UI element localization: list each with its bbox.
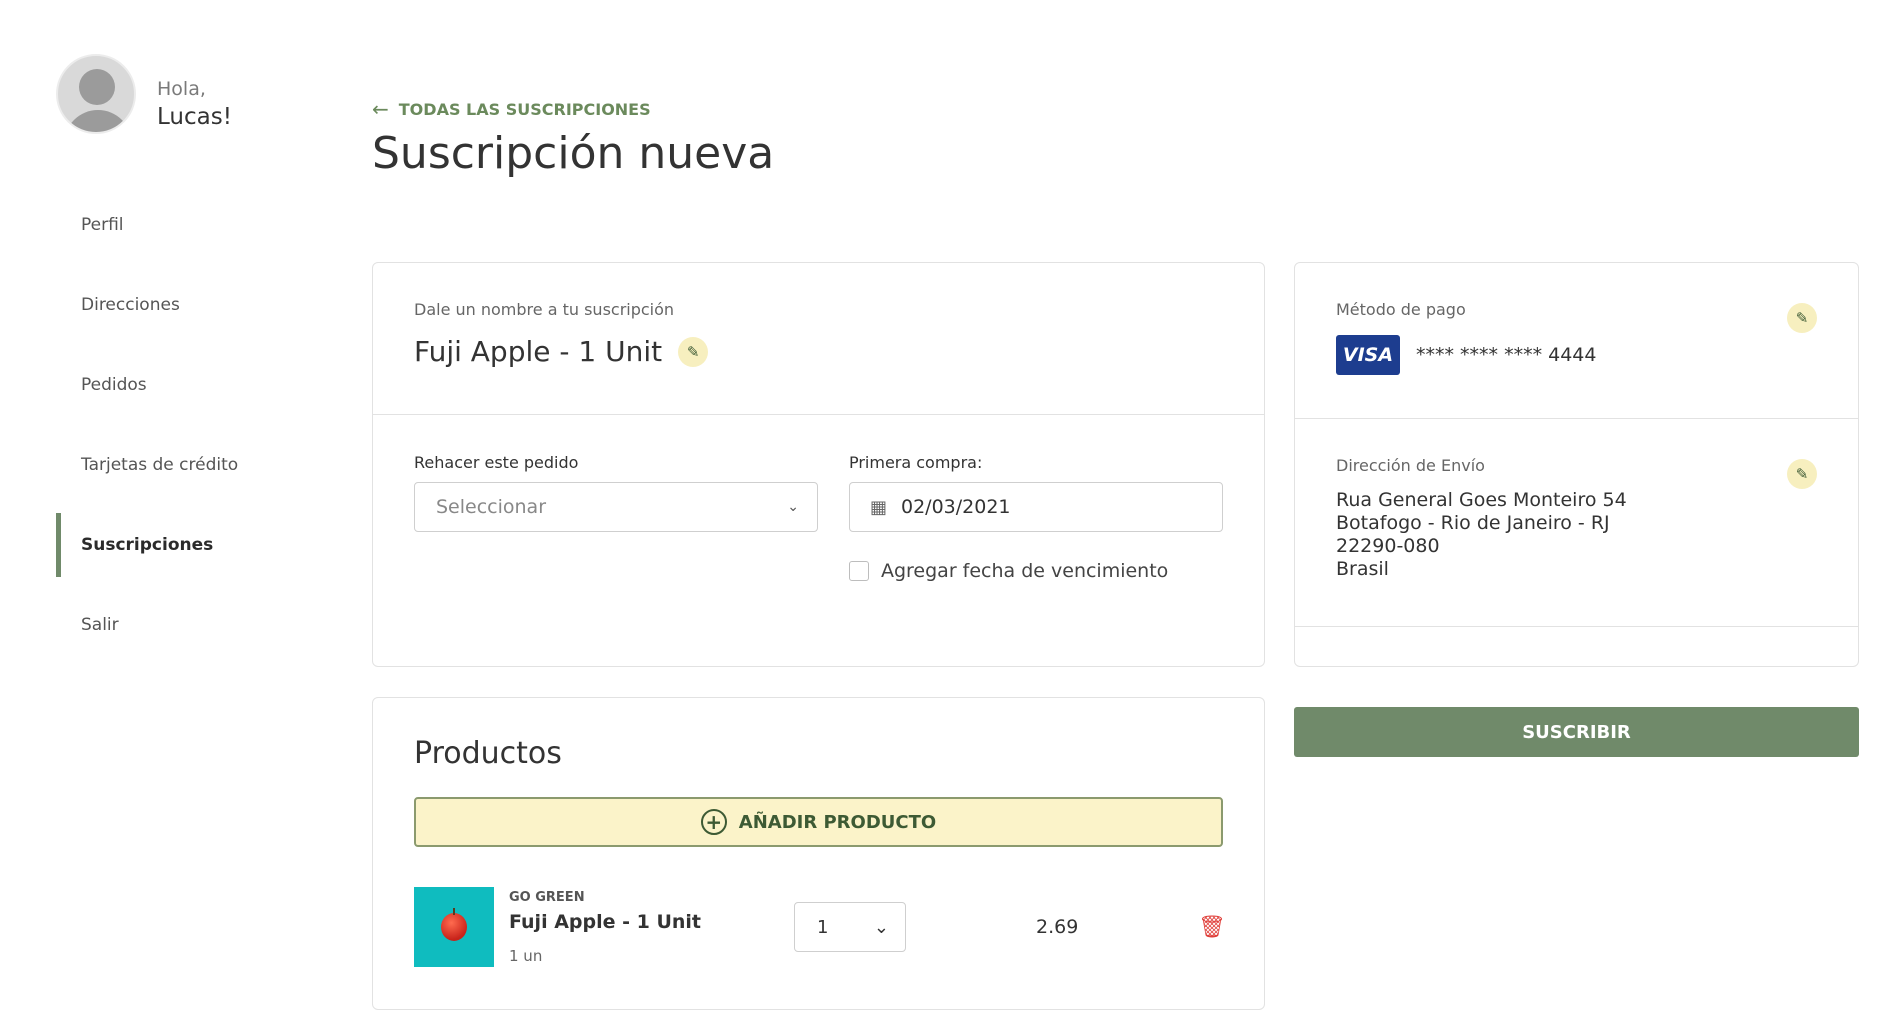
sidebar-item-salir[interactable]: Salir [56, 585, 306, 665]
sidebar-item-perfil[interactable]: Perfil [56, 185, 306, 265]
edit-address-pencil-icon[interactable]: ✎ [1787, 459, 1817, 489]
product-name: Fuji Apple - 1 Unit [509, 910, 702, 933]
plus-circle-icon: + [700, 809, 727, 835]
edit-name-pencil-icon[interactable]: ✎ [678, 336, 709, 367]
back-link-label: TODAS LAS SUSCRIPCIONES [398, 99, 651, 119]
subscription-name-label: Dale un nombre a tu suscripción [414, 300, 675, 319]
expiry-checkbox-row[interactable]: Agregar fecha de vencimiento [848, 560, 1223, 582]
product-unit: 1 un [509, 946, 543, 965]
product-image [414, 887, 494, 967]
add-product-button[interactable]: + AÑADIR PRODUCTO [414, 797, 1223, 847]
subscribe-button[interactable]: SUSCRIBIR [1294, 707, 1859, 757]
payment-shipping-card: Método de pago VISA **** **** **** 4444 … [1294, 262, 1859, 667]
visa-logo: VISA [1336, 335, 1400, 375]
expiry-checkbox[interactable] [848, 561, 869, 581]
repeat-order-select[interactable]: Seleccionar ⌄ [414, 482, 818, 532]
page-title: Suscripción nueva [372, 128, 775, 179]
sidebar-item-pedidos[interactable]: Pedidos [56, 345, 306, 425]
add-product-label: AÑADIR PRODUCTO [738, 811, 937, 833]
first-purchase-label: Primera compra: [848, 453, 983, 472]
address-line: Botafogo - Rio de Janeiro - RJ [1336, 512, 1610, 534]
address-line: 22290-080 [1336, 535, 1440, 557]
sidebar-nav: Perfil Direcciones Pedidos Tarjetas de c… [56, 185, 306, 665]
products-title: Productos [414, 736, 562, 771]
edit-payment-pencil-icon[interactable]: ✎ [1787, 303, 1817, 333]
arrow-left-icon: ← [372, 97, 389, 121]
first-purchase-date-value: 02/03/2021 [900, 496, 1011, 518]
product-brand: GO GREEN [509, 889, 585, 905]
product-row: GO GREEN Fuji Apple - 1 Unit 1 un 1 ⌄ 2.… [414, 887, 1226, 967]
sidebar-item-direcciones[interactable]: Direcciones [56, 265, 306, 345]
repeat-order-value: Seleccionar [436, 496, 547, 518]
chevron-down-icon: ⌄ [787, 499, 799, 515]
products-card: Productos + AÑADIR PRODUCTO GO GREEN Fuj… [372, 697, 1265, 1010]
first-purchase-date-input[interactable]: ▦ 02/03/2021 [848, 482, 1223, 532]
expiry-checkbox-label: Agregar fecha de vencimiento [880, 560, 1169, 582]
subscription-name: Fuji Apple - 1 Unit [414, 335, 663, 368]
subscription-card: Dale un nombre a tu suscripción Fuji App… [372, 262, 1265, 667]
sidebar-item-tarjetas[interactable]: Tarjetas de crédito [56, 425, 306, 505]
avatar [56, 54, 136, 134]
sidebar-item-suscripciones[interactable]: Suscripciones [56, 505, 306, 585]
shipping-address: Rua General Goes Monteiro 54 Botafogo - … [1336, 489, 1817, 581]
quantity-value: 1 [817, 916, 829, 938]
calendar-icon: ▦ [869, 496, 887, 518]
payment-method-label: Método de pago [1336, 300, 1466, 319]
repeat-order-label: Rehacer este pedido [414, 453, 579, 472]
back-link[interactable]: ← TODAS LAS SUSCRIPCIONES [372, 97, 651, 121]
greeting: Hola, [157, 78, 206, 100]
product-price: 2.69 [1036, 916, 1079, 938]
address-line: Brasil [1336, 558, 1389, 580]
card-number: **** **** **** 4444 [1416, 344, 1597, 366]
user-name: Lucas! [157, 104, 232, 130]
shipping-address-label: Dirección de Envío [1336, 456, 1485, 475]
trash-icon[interactable]: 🗑 [1198, 915, 1226, 940]
address-line: Rua General Goes Monteiro 54 [1336, 489, 1627, 511]
quantity-select[interactable]: 1 ⌄ [794, 902, 906, 952]
chevron-down-icon: ⌄ [873, 916, 889, 938]
